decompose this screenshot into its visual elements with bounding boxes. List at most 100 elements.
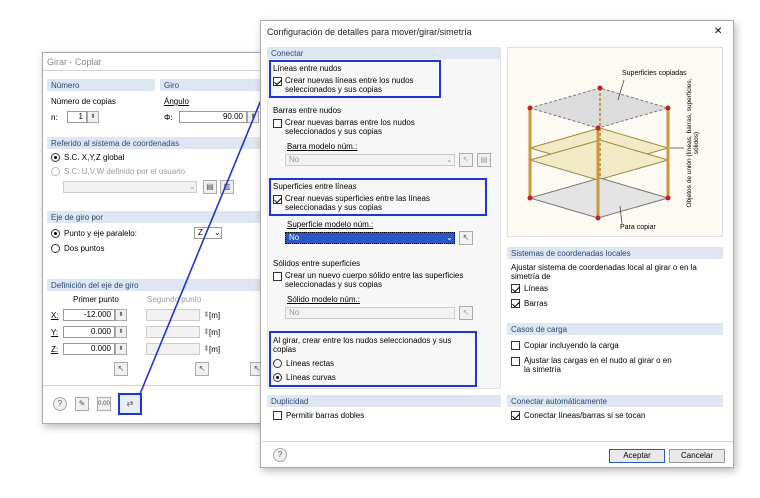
sistemas-header: Sistemas de coordenadas locales xyxy=(507,247,723,259)
sc-lineas-label: Líneas xyxy=(524,284,549,293)
permitir-label: Permitir barras dobles xyxy=(286,411,365,420)
superficie-modelo-label: Superficie modelo núm.: xyxy=(287,220,374,229)
definicion-header: Definición del eje de giro xyxy=(47,279,275,291)
sc-user-select[interactable] xyxy=(63,181,197,193)
z-second-input[interactable] xyxy=(146,343,200,355)
primer-punto-label: Primer punto xyxy=(73,295,119,304)
chevron-down-icon: ⌄ xyxy=(214,228,221,237)
casos-header: Casos de carga xyxy=(507,323,723,335)
details-settings-button[interactable]: ⇄ xyxy=(118,393,142,415)
permitir-checkbox[interactable] xyxy=(273,411,282,420)
edit-icon[interactable]: ✎ xyxy=(75,397,89,411)
phi-spinner[interactable]: ⬍ xyxy=(247,111,259,123)
duplicidad-header: Duplicidad xyxy=(267,395,501,407)
n-spinner[interactable]: ⬍ xyxy=(87,111,99,123)
y-second-input[interactable] xyxy=(146,326,200,338)
solido-modelo-label: Sólido modelo núm.: xyxy=(287,295,360,304)
chevron-down-icon: ⌄ xyxy=(446,233,453,242)
conectar-lb-label: Conectar líneas/barras si se tocan xyxy=(524,411,646,420)
y-label: Y: xyxy=(51,328,59,337)
highlight-superficies xyxy=(269,178,487,216)
ajustar-cargas-label: Ajustar las cargas en el nudo al girar o… xyxy=(524,356,672,374)
superficie-modelo-select[interactable]: No xyxy=(285,232,455,244)
punto-eje-radio[interactable] xyxy=(51,229,60,238)
punto-eje-label: Punto y eje paralelo: xyxy=(64,229,137,238)
edit-cs-icon[interactable]: ▥ xyxy=(220,180,234,194)
ajustar-cargas-checkbox[interactable] xyxy=(511,357,520,366)
diagram-label-objetos: Objetos de unión (líneas, barras, superf… xyxy=(686,78,700,208)
sc-user-radio[interactable] xyxy=(51,167,60,176)
chevron-down-icon: ⌄ xyxy=(189,182,196,191)
barras-nudos-label: Barras entre nudos xyxy=(273,106,342,115)
ajustar-sc-label: Ajustar sistema de coordenadas local al … xyxy=(511,263,697,281)
x-second-input[interactable] xyxy=(146,309,200,321)
node xyxy=(665,195,671,201)
barras-cb-label: Crear nuevas barras entre los nudos sele… xyxy=(285,118,415,136)
dos-puntos-radio[interactable] xyxy=(51,244,60,253)
x-first-input[interactable]: -12.000 xyxy=(63,309,115,321)
help-icon[interactable]: ? xyxy=(53,397,67,411)
barra-new-icon[interactable]: ▤ xyxy=(477,153,491,167)
girar-copiar-window: Girar - Copiar Número Giro Número de cop… xyxy=(42,52,280,424)
diagram-box: Superficies copiadas Para copiar Objetos… xyxy=(507,47,723,237)
referido-header: Referido al sistema de coordenadas xyxy=(47,137,275,149)
giro-header: Giro xyxy=(160,79,275,91)
superficie-pick-icon[interactable]: ↖ xyxy=(459,231,473,245)
pick-second-point-icon[interactable]: ↖ xyxy=(195,362,209,376)
copiar-carga-checkbox[interactable] xyxy=(511,341,520,350)
segundo-punto-label: Segundo punto xyxy=(147,295,202,304)
conectar-lb-checkbox[interactable] xyxy=(511,411,520,420)
chevron-down-icon: ⌄ xyxy=(446,155,453,164)
node xyxy=(595,215,601,221)
dos-puntos-label: Dos puntos xyxy=(64,244,105,253)
sc-barras-label: Barras xyxy=(524,299,548,308)
girar-copiar-title: Girar - Copiar xyxy=(47,57,102,67)
solido-modelo-select[interactable]: No xyxy=(285,307,455,319)
close-icon[interactable]: ✕ xyxy=(714,26,722,37)
sc-user-label: S.C. U,V,W definido por el usuario xyxy=(64,167,186,176)
highlight-lineas xyxy=(269,60,441,98)
solidos-checkbox[interactable] xyxy=(273,272,282,281)
node xyxy=(527,105,533,111)
x-unit: [m] xyxy=(209,311,221,320)
node xyxy=(665,105,671,111)
dialog-title: Configuración de detalles para mover/gir… xyxy=(267,27,472,37)
angulo-label: Ángulo xyxy=(164,97,189,106)
solidos-cb-label: Crear un nuevo cuerpo sólido entre las s… xyxy=(285,271,464,289)
z-unit: [m] xyxy=(209,345,221,354)
barra-modelo-label: Barra modelo núm.: xyxy=(287,142,358,151)
cancelar-button[interactable]: Cancelar xyxy=(669,449,725,463)
node xyxy=(595,125,601,131)
sc-lineas-checkbox[interactable] xyxy=(511,284,520,293)
units-icon[interactable]: 0.00 xyxy=(97,397,111,411)
help-icon[interactable]: ? xyxy=(273,448,287,462)
x-spinner[interactable]: ⬍ xyxy=(115,309,127,321)
aceptar-button[interactable]: Aceptar xyxy=(609,449,665,463)
num-copias-label: Número de copias xyxy=(51,97,116,106)
copiar-carga-label: Copiar incluyendo la carga xyxy=(524,341,619,350)
barra-pick-icon[interactable]: ↖ xyxy=(459,153,473,167)
sc-global-label: S.C. X,Y,Z global xyxy=(64,153,125,162)
y-spinner[interactable]: ⬍ xyxy=(115,326,127,338)
y-first-input[interactable]: 0.000 xyxy=(63,326,115,338)
auto-header: Conectar automáticamente xyxy=(507,395,723,407)
pick-first-point-icon[interactable]: ↖ xyxy=(114,362,128,376)
sc-barras-checkbox[interactable] xyxy=(511,299,520,308)
node xyxy=(527,195,533,201)
phi-input[interactable]: 90.00 xyxy=(179,111,247,123)
z-first-input[interactable]: 0.000 xyxy=(63,343,115,355)
node xyxy=(597,85,603,91)
barra-modelo-select[interactable]: No xyxy=(285,154,455,166)
z-label: Z: xyxy=(51,345,59,354)
eje-header: Eje de giro por xyxy=(47,211,275,223)
n-label: n: xyxy=(51,113,58,122)
new-cs-icon[interactable]: ▤ xyxy=(203,180,217,194)
conectar-header: Conectar xyxy=(267,47,501,59)
solido-pick-icon[interactable]: ↖ xyxy=(459,306,473,320)
highlight-al-girar xyxy=(269,331,477,387)
z-spinner[interactable]: ⬍ xyxy=(115,343,127,355)
n-input[interactable]: 1 xyxy=(67,111,87,123)
barras-checkbox[interactable] xyxy=(273,119,282,128)
solidos-label: Sólidos entre superficies xyxy=(273,259,361,268)
sc-global-radio[interactable] xyxy=(51,153,60,162)
